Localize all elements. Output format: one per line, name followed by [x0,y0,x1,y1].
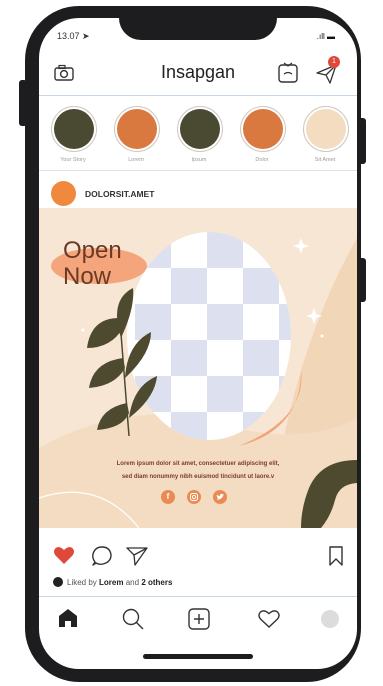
description-line: Lorem ipsum dolor sit amet, consectetuer… [116,461,280,467]
add-post-icon[interactable] [187,607,211,636]
stories-divider [39,170,357,171]
header-divider [39,95,357,96]
story-avatar [306,109,346,149]
signal-icon: .ıll [316,32,325,41]
story-avatar [54,109,94,149]
heart-like-icon[interactable] [53,545,75,570]
likes-and: and [125,578,140,587]
side-button [358,258,366,302]
status-icons: .ıll ▬ [317,32,335,41]
search-icon[interactable] [121,607,145,636]
post-avatar[interactable] [51,181,76,206]
story-avatar [117,109,157,149]
likes-user[interactable]: Lorem [99,578,123,587]
comment-icon[interactable] [91,545,113,572]
likes-others[interactable]: 2 others [141,578,172,587]
story-lorem[interactable]: Lorem [114,106,160,163]
post-image[interactable]: Open Now Lorem ipsum dolor sit amet, con… [39,208,357,528]
post-username[interactable]: DOLORSIT.AMET [85,189,154,199]
story-your-story[interactable]: Your Story [51,106,97,163]
volume-button [19,80,27,126]
home-indicator [143,654,253,659]
home-icon[interactable] [57,607,79,634]
story-label: Lorem [128,157,144,163]
instagram-icon[interactable] [187,490,201,504]
tv-icon[interactable] [277,62,299,89]
notification-badge: 1 [328,56,340,68]
power-button [358,118,366,164]
story-avatar [243,109,283,149]
twitter-icon[interactable] [213,490,227,504]
post-description: Lorem ipsum dolor sit amet, consectetuer… [79,458,317,484]
app-title: Insapgan [160,62,236,82]
facebook-icon[interactable]: f [161,490,175,504]
bottom-nav-divider [39,596,357,597]
headline-line: Open [63,237,122,264]
profile-avatar-icon[interactable] [321,610,339,628]
story-label: Sit Amet [314,157,336,163]
liker-avatar [53,577,63,587]
battery-icon: ▬ [327,32,335,41]
story-label: Your Story [60,157,86,163]
location-arrow-icon: ➤ [82,31,90,41]
status-time: 13.07 ➤ [57,31,90,42]
post-headline: Open Now [63,238,122,290]
story-dolor[interactable]: Dolor [240,106,286,163]
likes-prefix: Liked by [67,578,97,587]
description-line: sed diam nonummy nibh euismod tincidunt … [121,474,275,480]
headline-line: Now [63,263,112,290]
share-icon[interactable] [125,545,149,572]
story-label: Dolor [255,157,269,163]
story-label: Ipsum [191,157,207,163]
story-ipsum[interactable]: Ipsum [177,106,223,163]
activity-heart-icon[interactable] [257,609,281,634]
status-time-text: 13.07 [57,31,80,41]
likes-summary: Liked by Lorem and 2 others [53,577,172,587]
story-sit-amet[interactable]: Sit Amet [303,106,349,163]
story-avatar [180,109,220,149]
notch [119,18,277,40]
app-header: Insapgan 1 [39,54,357,94]
screen: 13.07 ➤ .ıll ▬ Insapgan 1 Your Story Lor… [39,18,357,669]
bookmark-icon[interactable] [327,545,345,572]
